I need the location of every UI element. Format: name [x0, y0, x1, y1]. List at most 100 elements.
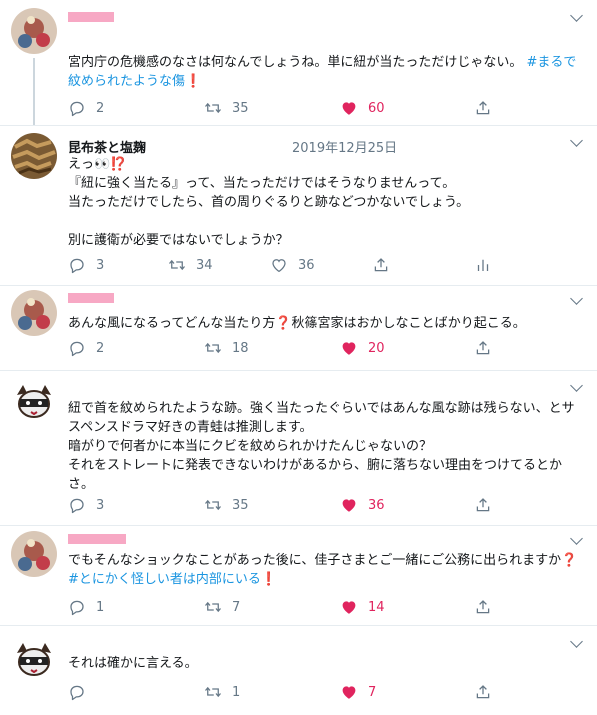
chevron-down-icon[interactable]: [570, 532, 583, 545]
share-button[interactable]: [372, 255, 390, 275]
chevron-down-icon[interactable]: [570, 635, 583, 648]
share-icon: [474, 598, 492, 616]
retweet-count: 7: [232, 599, 241, 615]
reply-button[interactable]: 3: [68, 495, 104, 515]
retweet-icon: [168, 256, 186, 274]
like-count: 20: [368, 340, 385, 356]
chevron-down-icon[interactable]: [570, 134, 583, 147]
tweet[interactable]: それは確かに言える。 1 7: [0, 625, 597, 715]
retweet-icon: [204, 683, 222, 701]
retweet-count: 34: [196, 257, 213, 273]
tweet-text-segment: [577, 553, 581, 568]
reply-button[interactable]: 3: [68, 255, 104, 275]
retweet-count: 18: [232, 340, 249, 356]
question-emoji: ❓: [275, 316, 292, 331]
like-button[interactable]: 20: [340, 338, 385, 358]
tweet[interactable]: でもそんなショックなことがあった後に、佳子さまとご一緒にご公務に出られますか❓ …: [0, 525, 597, 625]
like-button[interactable]: 36: [270, 255, 315, 275]
tweet[interactable]: 昆布茶と塩麹 2019年12月25日 えっ👀⁉️ 『紐に強く当たる』って、当たっ…: [0, 125, 597, 285]
avatar[interactable]: [11, 8, 57, 54]
chevron-down-icon[interactable]: [570, 379, 583, 392]
display-name[interactable]: 昆布茶と塩麹: [68, 137, 146, 156]
retweet-button[interactable]: 35: [204, 98, 249, 118]
tweet-actions: 2 18 20: [68, 338, 508, 358]
like-count: 60: [368, 100, 385, 116]
reply-button[interactable]: 1: [68, 597, 104, 617]
tweet-text-segment: あんな風になるってどんな当たり方: [68, 316, 276, 331]
like-heart-icon: [340, 99, 358, 117]
analytics-button[interactable]: [474, 255, 492, 275]
share-icon: [474, 683, 492, 701]
retweet-icon: [204, 496, 222, 514]
share-icon: [474, 99, 492, 117]
like-count: 36: [298, 257, 315, 273]
hashtag-link[interactable]: #とにかく怪しい者は内部にいる: [68, 572, 261, 587]
like-count: 36: [368, 497, 385, 513]
share-icon: [372, 256, 390, 274]
like-heart-icon: [340, 339, 358, 357]
reply-count: 3: [96, 497, 105, 513]
avatar[interactable]: [11, 531, 57, 577]
tweet-date[interactable]: 2019年12月25日: [292, 137, 397, 156]
retweet-button[interactable]: 35: [204, 495, 249, 515]
share-button[interactable]: [474, 98, 492, 118]
reply-icon: [68, 683, 86, 701]
like-heart-icon: [340, 683, 358, 701]
retweet-button[interactable]: 18: [204, 338, 249, 358]
like-button[interactable]: 7: [340, 682, 376, 702]
reply-button[interactable]: 2: [68, 98, 104, 118]
tweet-actions: 3 34 36: [68, 255, 508, 275]
tweet-text: それは確かに言える。: [68, 656, 198, 671]
retweet-button[interactable]: 1: [204, 682, 240, 702]
reply-icon: [68, 598, 86, 616]
retweet-icon: [204, 598, 222, 616]
reply-button[interactable]: [68, 682, 96, 702]
chevron-down-icon[interactable]: [570, 292, 583, 305]
retweet-icon: [204, 99, 222, 117]
tweet-text-segment: 宮内庁の危機感のなさは何なんでしょうね。単に紐が当たっただけじゃない。: [68, 55, 527, 70]
share-button[interactable]: [474, 338, 492, 358]
tweet-text: あんな風になるってどんな当たり方❓秋篠宮家はおかしなことばかり起こる。: [68, 314, 580, 333]
reply-icon: [68, 99, 86, 117]
tweet[interactable]: あんな風になるってどんな当たり方❓秋篠宮家はおかしなことばかり起こる。 2 18…: [0, 285, 597, 370]
retweet-count: 35: [232, 497, 249, 513]
share-button[interactable]: [474, 682, 492, 702]
share-button[interactable]: [474, 597, 492, 617]
chevron-down-icon[interactable]: [570, 9, 583, 22]
thread-line: [33, 58, 35, 125]
tweet-text: でもそんなショックなことがあった後に、佳子さまとご一緒にご公務に出られますか❓ …: [68, 551, 580, 589]
avatar[interactable]: [11, 133, 57, 179]
share-icon: [474, 339, 492, 357]
reply-count: 1: [96, 599, 105, 615]
reply-count: 3: [96, 257, 105, 273]
reply-button[interactable]: 2: [68, 338, 104, 358]
tweet[interactable]: 紐で首を紋められたような跡。強く当たったぐらいではあんな風な跡は残らない、とサス…: [0, 370, 597, 525]
avatar[interactable]: [11, 635, 57, 681]
like-heart-icon: [340, 598, 358, 616]
like-button[interactable]: 14: [340, 597, 385, 617]
retweet-count: 35: [232, 100, 249, 116]
tweet-text: えっ👀⁉️ 『紐に強く当たる』って、当たっただけではそうなりませんって。 当たっ…: [68, 157, 470, 248]
tweet[interactable]: 宮内庁の危機感のなさは何なんでしょうね。単に紐が当たっただけじゃない。 #まるで…: [0, 0, 597, 125]
retweet-button[interactable]: 7: [204, 597, 240, 617]
like-count: 14: [368, 599, 385, 615]
question-emoji: ❓: [561, 553, 578, 568]
reply-count: 2: [96, 100, 105, 116]
avatar[interactable]: [11, 290, 57, 336]
like-button[interactable]: 60: [340, 98, 385, 118]
tweet-actions: 3 35 36: [68, 495, 508, 515]
like-count: 7: [368, 684, 377, 700]
reply-icon: [68, 339, 86, 357]
avatar[interactable]: [11, 377, 57, 423]
tweet-text-segment: 秋篠宮家はおかしなことばかり起こる。: [291, 316, 526, 331]
retweet-count: 1: [232, 684, 241, 700]
retweet-button[interactable]: 34: [168, 255, 213, 275]
like-button[interactable]: 36: [340, 495, 385, 515]
share-icon: [474, 496, 492, 514]
exclamation-emoji: ❗: [260, 572, 278, 587]
reply-icon: [68, 256, 86, 274]
share-button[interactable]: [474, 495, 492, 515]
exclamation-emoji: ❗: [185, 74, 202, 89]
redacted-name: [68, 534, 126, 544]
redacted-name: [68, 293, 114, 303]
